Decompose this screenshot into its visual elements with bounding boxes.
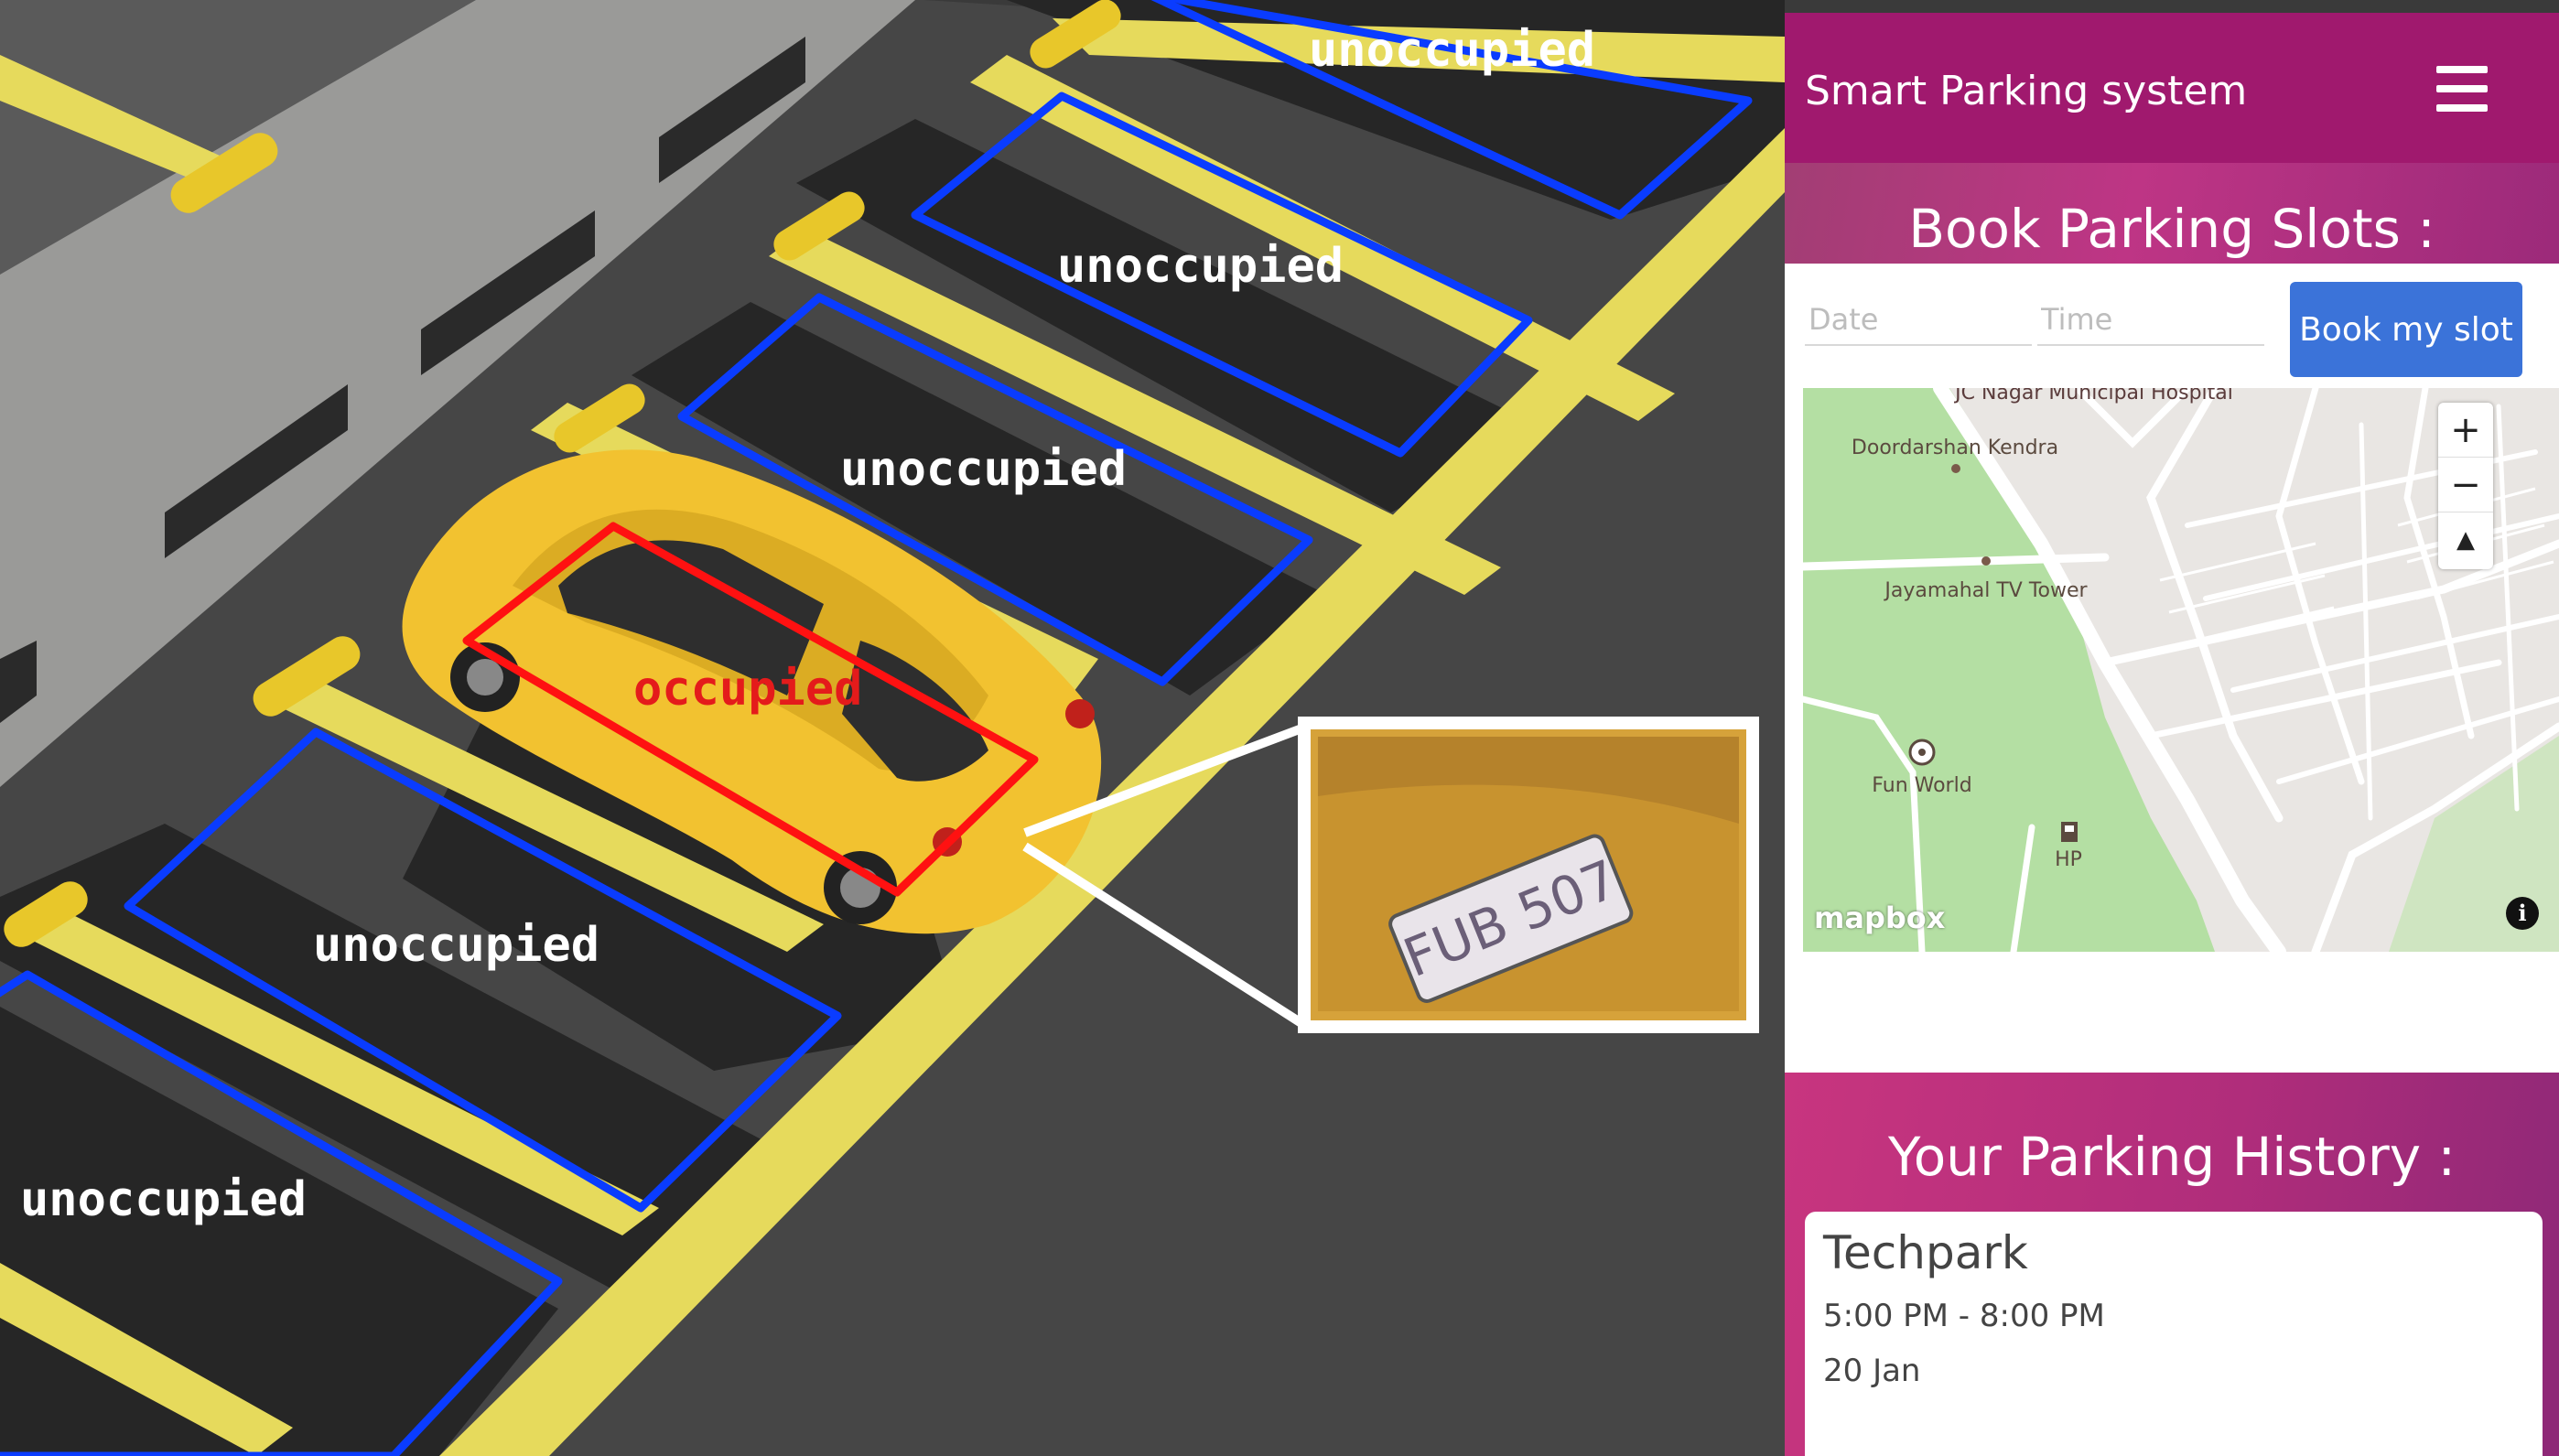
label-hp: HP — [2055, 848, 2082, 871]
label-jayamahal-tv-tower: Jayamahal TV Tower — [1883, 579, 2088, 602]
fun-world-marker — [1908, 739, 1936, 766]
slot-label-1: unoccupied — [1309, 23, 1595, 78]
book-my-slot-button[interactable]: Book my slot — [2290, 282, 2522, 377]
history-section: Your Parking History : Techpark 5:00 PM … — [1785, 1073, 2559, 1456]
app-bar: Smart Parking system — [1785, 13, 2559, 163]
label-hospital: JC Nagar Municipal Hospital — [1953, 388, 2233, 404]
status-strip — [1785, 0, 2559, 13]
label-fun-world: Fun World — [1872, 774, 1971, 797]
slot-label-3: unoccupied — [840, 442, 1127, 497]
slot-label-6: unoccupied — [20, 1172, 307, 1227]
label-doordarshan-kendra: Doordarshan Kendra — [1852, 437, 2058, 459]
date-field[interactable] — [1805, 295, 2032, 346]
map-view[interactable]: JC Nagar Municipal Hospital Doordarshan … — [1803, 388, 2559, 952]
history-card[interactable]: Techpark 5:00 PM - 8:00 PM 20 Jan — [1805, 1212, 2543, 1456]
history-heading: Your Parking History : — [1887, 1126, 2456, 1188]
smart-parking-app: Smart Parking system Book Parking Slots … — [1785, 0, 2559, 1456]
compass-icon[interactable]: ▲ — [2438, 512, 2493, 567]
tv-tower-marker — [1981, 556, 1991, 566]
history-place: Techpark — [1823, 1226, 2028, 1279]
history-date: 20 Jan — [1823, 1353, 1921, 1389]
history-time: 5:00 PM - 8:00 PM — [1823, 1298, 2105, 1334]
zoom-out-button[interactable]: − — [2438, 458, 2493, 512]
booking-card: Book my slot — [1785, 264, 2559, 1073]
hamburger-menu-icon[interactable] — [2433, 60, 2493, 121]
app-title: Smart Parking system — [1805, 68, 2248, 114]
info-icon[interactable]: i — [2506, 897, 2539, 930]
time-field[interactable] — [2037, 295, 2264, 346]
slot-label-5: unoccupied — [313, 918, 599, 973]
slot-label-2: unoccupied — [1057, 239, 1344, 294]
camera-feed-panel: unoccupied unoccupied unoccupied occupie… — [0, 0, 1785, 1456]
map-controls: + − ▲ — [2438, 403, 2493, 569]
book-section-header: Book Parking Slots : — [1785, 163, 2559, 264]
mapbox-logo-text: mapbox — [1814, 901, 1946, 935]
slot-label-4: occupied — [633, 662, 862, 717]
doordarshan-marker — [1951, 464, 1960, 473]
mapbox-logo[interactable]: mapbox — [1814, 901, 1945, 935]
parking-lot-image: unoccupied unoccupied unoccupied occupie… — [0, 0, 1785, 1456]
book-heading: Book Parking Slots : — [1908, 198, 2435, 260]
fuel-station-icon — [2061, 822, 2078, 842]
zoom-in-button[interactable]: + — [2438, 403, 2493, 458]
